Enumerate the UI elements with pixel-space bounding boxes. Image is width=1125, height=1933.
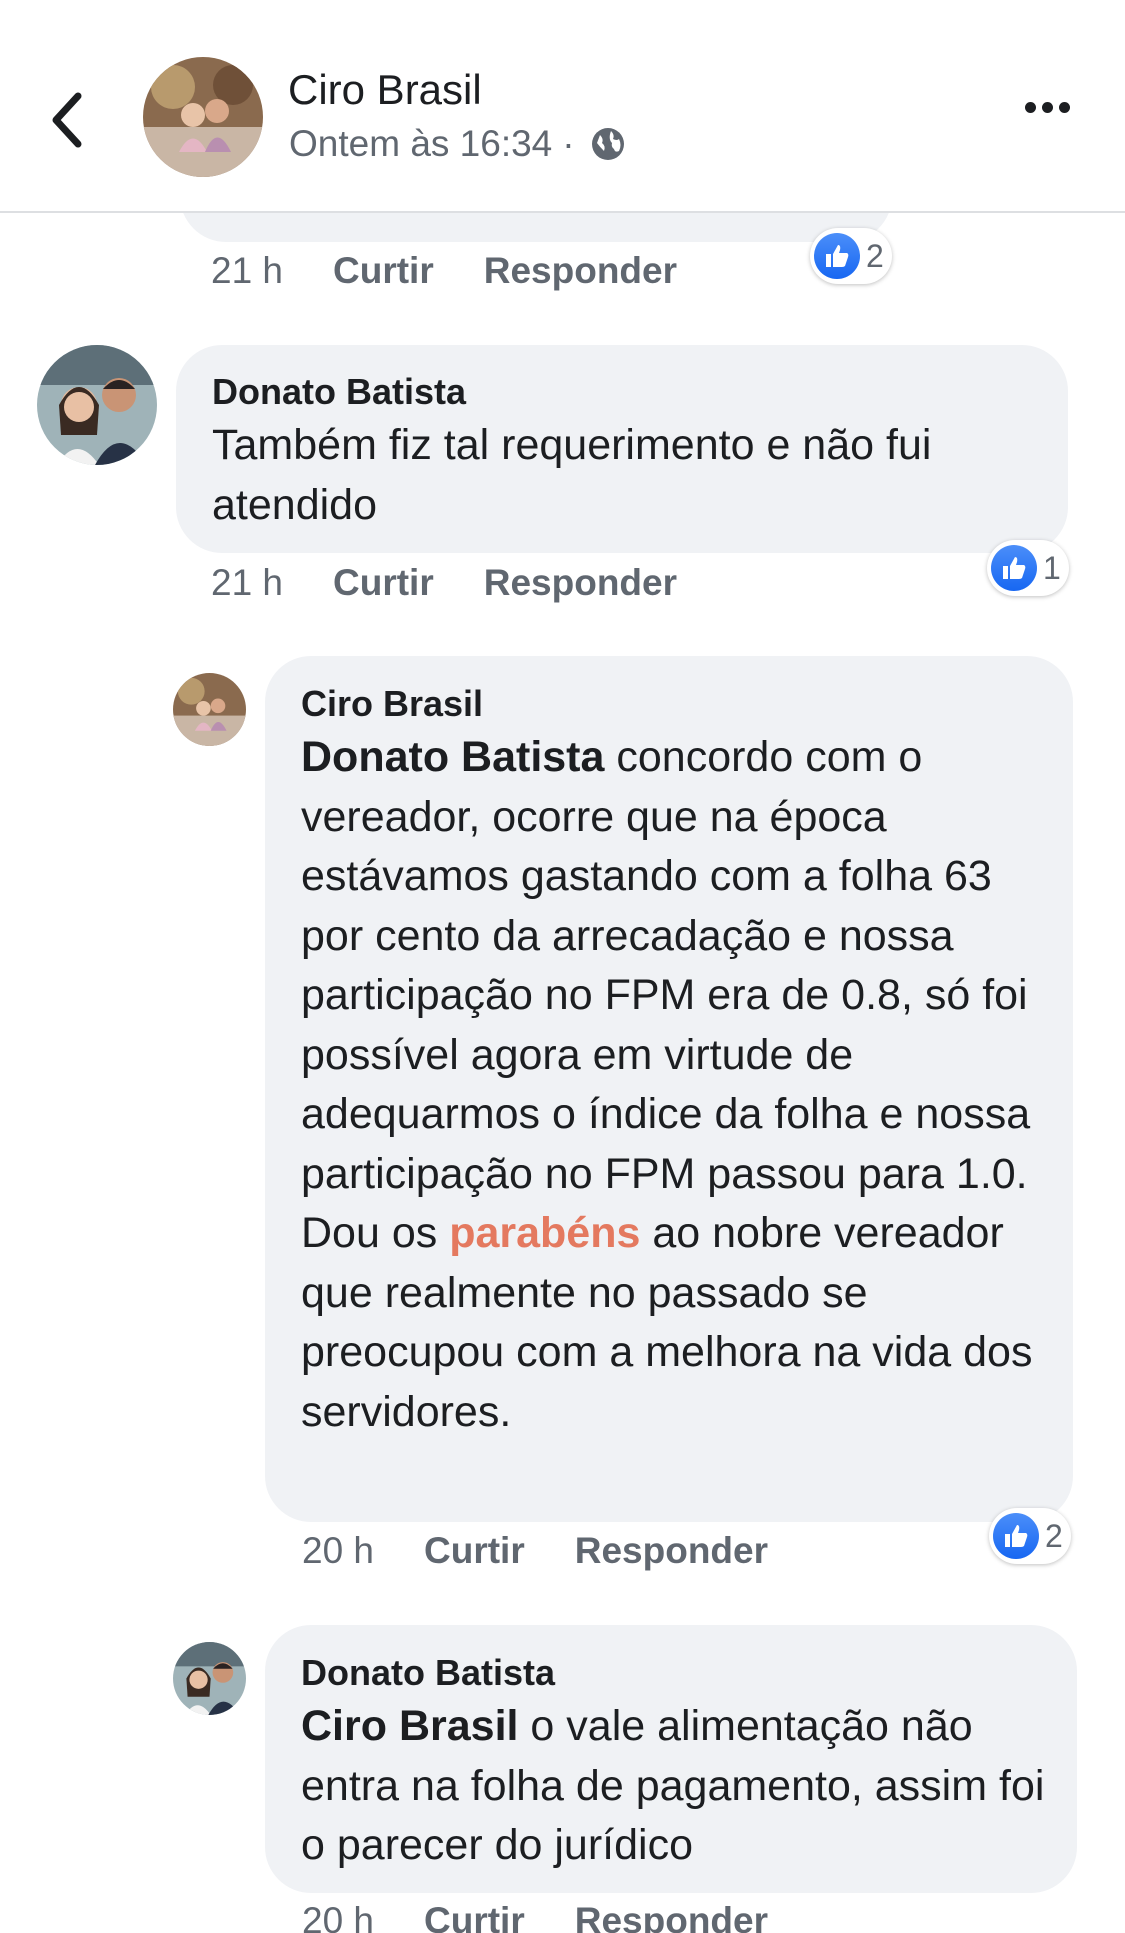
comment-actions: 21 h Curtir Responder — [211, 562, 677, 604]
reaction-number: 2 — [866, 237, 884, 274]
more-options-button[interactable] — [1025, 100, 1085, 136]
comment-actions: 21 h Curtir Responder — [211, 250, 677, 292]
reply-bubble: Ciro Brasil Donato Batista concordo com … — [265, 656, 1073, 1522]
reply-bubble: Donato Batista Ciro Brasil o vale alimen… — [265, 1625, 1077, 1893]
reaction-count[interactable]: 1 — [987, 540, 1069, 596]
commenter-avatar[interactable] — [37, 345, 157, 465]
reply-author[interactable]: Donato Batista — [301, 1652, 555, 1694]
highlighted-word[interactable]: parabéns — [449, 1209, 640, 1257]
reply-author-avatar[interactable] — [173, 1642, 246, 1715]
post-timestamp[interactable]: Ontem às 16:34 — [289, 123, 552, 165]
chevron-left-icon — [52, 92, 82, 148]
mention-link[interactable]: Donato Batista — [301, 733, 604, 781]
more-horizontal-icon — [1025, 100, 1085, 118]
globe-icon — [591, 128, 624, 160]
like-reaction-icon — [814, 233, 860, 279]
reply-button[interactable]: Responder — [484, 562, 677, 604]
comment-text: Também fiz tal requerimento e não fui at… — [212, 421, 932, 529]
author-avatar[interactable] — [143, 57, 263, 177]
reply-button[interactable]: Responder — [575, 1900, 768, 1933]
reaction-count[interactable]: 2 — [989, 1508, 1071, 1564]
reaction-count[interactable]: 2 — [810, 228, 892, 284]
mention-link[interactable]: Ciro Brasil — [301, 1702, 518, 1750]
like-button[interactable]: Curtir — [424, 1900, 525, 1933]
comment-time[interactable]: 21 h — [211, 562, 283, 604]
like-reaction-icon — [993, 1513, 1039, 1559]
like-button[interactable]: Curtir — [424, 1530, 525, 1572]
reply-author[interactable]: Ciro Brasil — [301, 683, 483, 725]
author-name[interactable]: Ciro Brasil — [288, 66, 482, 114]
comment-time[interactable]: 20 h — [302, 1530, 374, 1572]
reply-author-avatar[interactable] — [173, 673, 246, 746]
meta-separator: · — [562, 123, 575, 164]
reaction-number: 2 — [1045, 1517, 1063, 1554]
comment-time[interactable]: 21 h — [211, 250, 283, 292]
reply-text-part: concordo com o vereador, ocorre que na é… — [301, 733, 1031, 1257]
comment-author[interactable]: Donato Batista — [212, 371, 466, 413]
reply-text: Ciro Brasil o vale alimentação não entra… — [301, 1697, 1061, 1876]
post-meta: Ontem às 16:34 · — [289, 123, 627, 165]
post-header: Ciro Brasil Ontem às 16:34 · — [0, 0, 1125, 213]
comment-bubble: Donato Batista Também fiz tal requerimen… — [176, 345, 1068, 553]
reply-button[interactable]: Responder — [484, 250, 677, 292]
back-button[interactable] — [40, 80, 100, 160]
comment-actions: 20 h Curtir Responder — [302, 1900, 768, 1933]
like-reaction-icon — [991, 545, 1037, 591]
reaction-number: 1 — [1043, 549, 1061, 586]
reply-button[interactable]: Responder — [575, 1530, 768, 1572]
like-button[interactable]: Curtir — [333, 250, 434, 292]
reply-text: Donato Batista concordo com o vereador, … — [301, 728, 1053, 1442]
comment-actions: 20 h Curtir Responder — [302, 1530, 768, 1572]
comment-time[interactable]: 20 h — [302, 1900, 374, 1933]
comments-page: Ciro Brasil Ontem às 16:34 · p 2 21 h Cu… — [0, 0, 1125, 1933]
like-button[interactable]: Curtir — [333, 562, 434, 604]
